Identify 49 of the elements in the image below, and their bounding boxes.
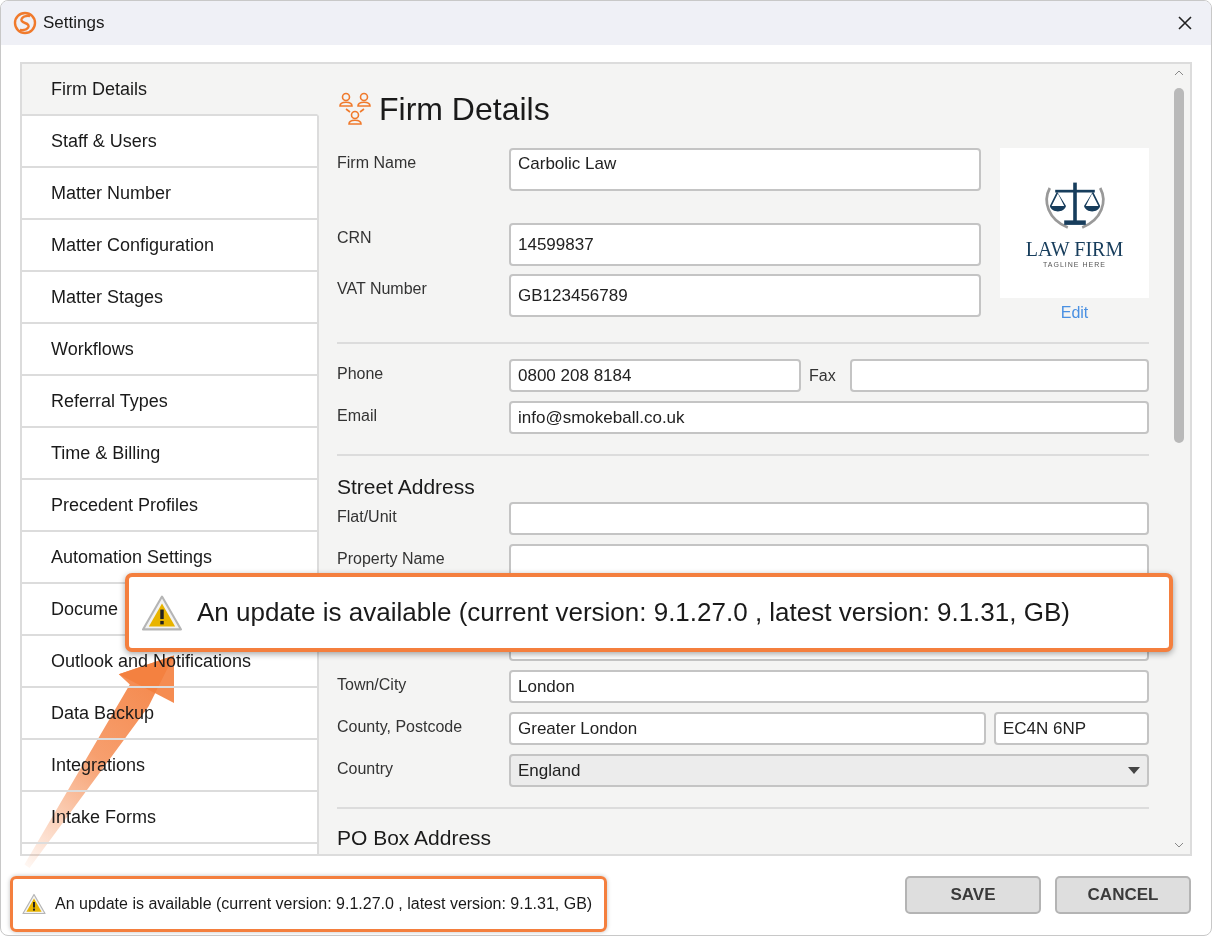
sidebar-item[interactable]: Matter Stages — [22, 272, 319, 324]
logo-name: LAW FIRM — [1025, 238, 1124, 261]
input-field[interactable]: 0800 208 8184 — [509, 359, 801, 392]
field-label: Fax — [809, 366, 836, 385]
field-label: VAT Number — [337, 280, 427, 297]
scroll-up-icon[interactable] — [1174, 70, 1184, 76]
sidebar-item[interactable]: Time & Billing — [22, 428, 319, 480]
section-heading: PO Box Address — [337, 826, 493, 850]
sidebar-item[interactable]: Staff & Users — [22, 116, 319, 168]
field-label: Town/City — [337, 676, 407, 693]
field-label: Email — [337, 407, 377, 424]
sidebar-item[interactable]: Referral Types — [22, 376, 319, 428]
input-field[interactable]: 14599837 — [509, 223, 981, 266]
warning-icon — [22, 893, 46, 915]
dropdown[interactable]: England — [509, 754, 1149, 787]
sidebar-item[interactable]: Workflows — [22, 324, 319, 376]
window-title: Settings — [43, 13, 105, 33]
input-field[interactable]: EC4N 6NP — [994, 712, 1149, 745]
sidebar-item[interactable]: Matter Configuration — [22, 220, 319, 272]
input-field[interactable]: info@smokeball.co.uk — [509, 401, 1149, 434]
section-heading: Street Address — [337, 475, 476, 499]
field-label: Flat/Unit — [337, 508, 397, 525]
field-label: County, Postcode — [337, 718, 463, 735]
field-label: Property Name — [337, 550, 445, 567]
input-field[interactable]: London — [509, 670, 1149, 703]
warning-icon — [141, 593, 183, 632]
field-label: CRN — [337, 229, 372, 246]
input-field[interactable] — [509, 502, 1149, 535]
people-icon — [337, 91, 373, 127]
sidebar-item[interactable]: Precedent Profiles — [22, 480, 319, 532]
caret-icon — [1128, 766, 1140, 775]
update-notice: An update is available (current version: 9.1.27.0 , latest version: 9.1.31, GB) — [197, 597, 1070, 628]
field-label: Firm Name — [337, 154, 417, 171]
page-title: Firm Details — [379, 90, 550, 128]
sidebar-item[interactable]: Matter Number — [22, 168, 319, 220]
input-field[interactable]: Greater London — [509, 712, 986, 745]
input-field[interactable]: GB123456789 — [509, 274, 981, 317]
close-icon[interactable] — [1177, 15, 1193, 31]
scroll-down-icon[interactable] — [1174, 842, 1184, 848]
scrollbar-thumb[interactable] — [1174, 88, 1184, 443]
save-button[interactable]: SAVE — [905, 876, 1041, 914]
cancel-button[interactable]: CANCEL — [1055, 876, 1191, 914]
app-logo-icon — [13, 11, 37, 35]
sidebar-item[interactable]: Firm Details — [22, 64, 319, 116]
input-field[interactable]: Carbolic Law — [509, 148, 981, 191]
input-field[interactable] — [849, 359, 1149, 392]
update-notice: An update is available (current version: 9.1.27.0 , latest version: 9.1.31, GB) — [55, 895, 593, 913]
field-label: Country — [337, 760, 394, 777]
field-label: Phone — [337, 365, 384, 382]
